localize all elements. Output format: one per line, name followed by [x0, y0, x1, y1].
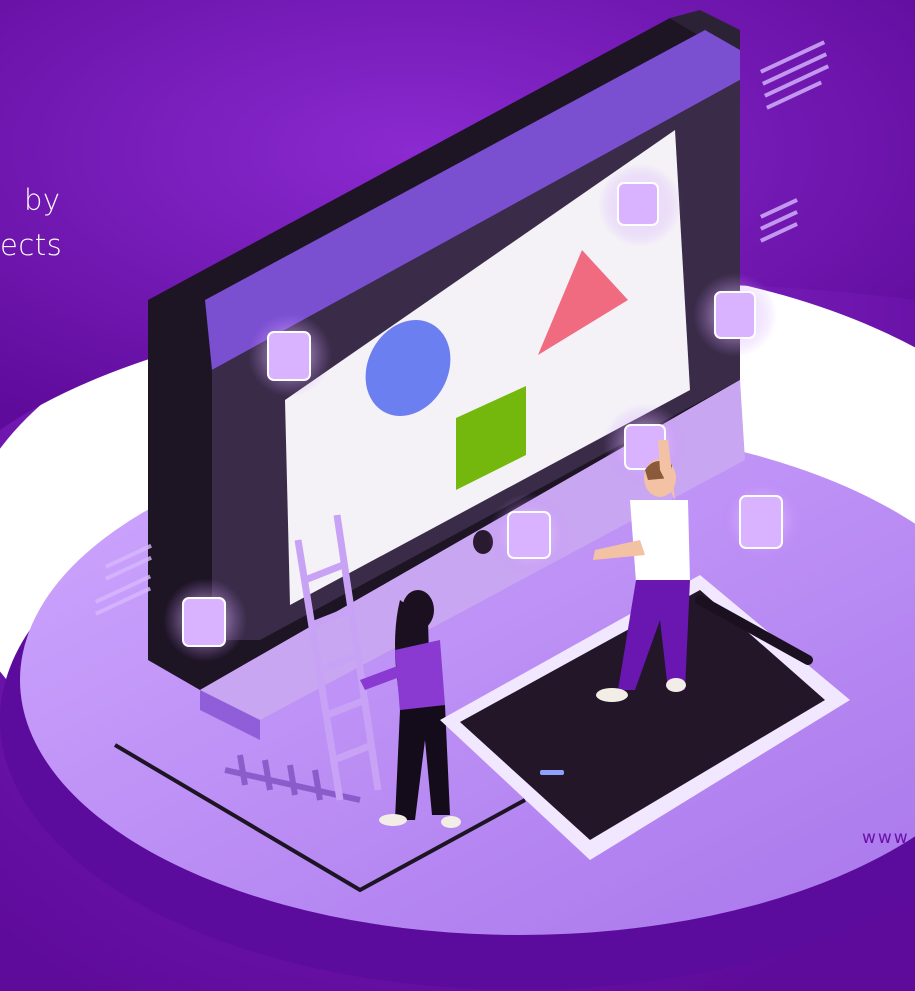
website-url: www	[862, 828, 910, 848]
headline-line-2: ects	[0, 228, 63, 262]
headline: by ects	[0, 178, 63, 268]
isometric-design-illustration	[0, 0, 915, 991]
headline-line-1: by	[24, 183, 61, 217]
illustration-scene: by ects www	[0, 0, 915, 991]
